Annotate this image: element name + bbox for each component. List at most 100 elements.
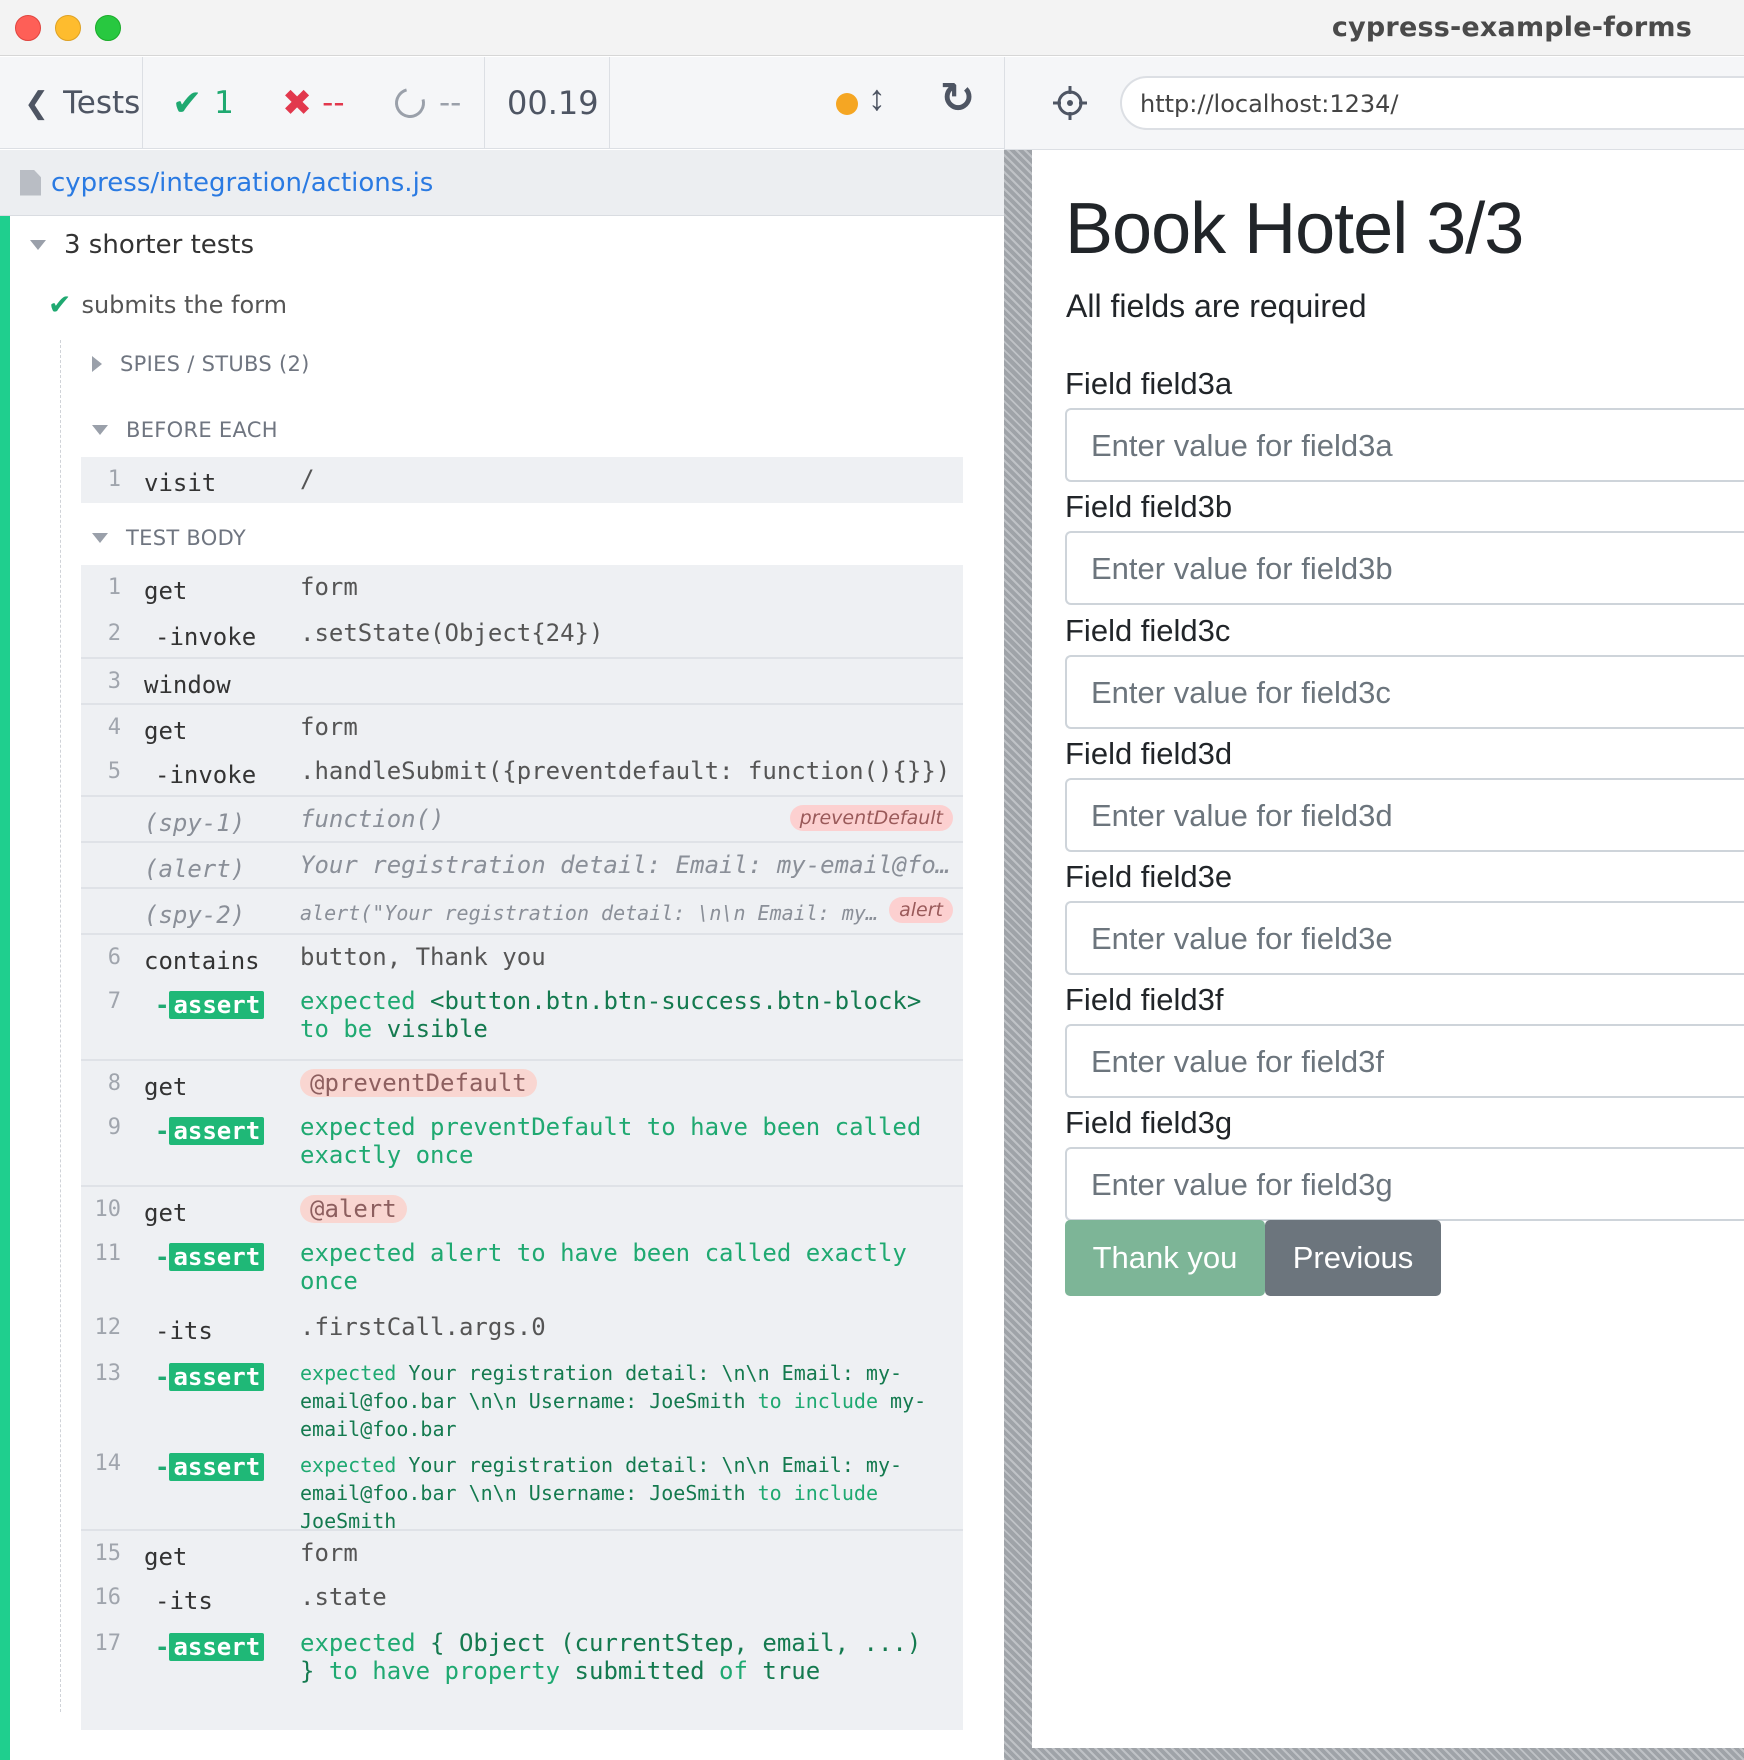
tests-button[interactable]: ❮ Tests: [24, 57, 140, 149]
page-subtitle: All fields are required: [1066, 288, 1367, 324]
command-row[interactable]: 5 -invoke .handleSubmit({preventdefault:…: [81, 749, 963, 795]
reporter-header: ❮ Tests ✔ 1 ✖ -- -- 00.19 ↕ ↻: [0, 57, 1013, 149]
field3d-input[interactable]: Enter value for field3d: [1065, 778, 1744, 852]
status-dot-icon: [836, 93, 858, 115]
field3a-input[interactable]: Enter value for field3a: [1065, 408, 1744, 482]
command-name: visit: [144, 469, 217, 497]
spy-alias-badge: alert: [889, 897, 953, 923]
command-name: get: [144, 1543, 188, 1571]
alias-badge: @preventDefault: [300, 1069, 537, 1097]
command-row[interactable]: 6 contains button, Thank you: [81, 933, 963, 979]
assert-row[interactable]: 9 - assert expected preventDefault to hav…: [81, 1105, 963, 1185]
assert-row[interactable]: 17 - assert expected { Object (currentSte…: [81, 1621, 963, 1701]
command-row[interactable]: 3 window: [81, 657, 963, 703]
field3b-input[interactable]: Enter value for field3b: [1065, 531, 1744, 605]
command-row[interactable]: 10 get @alert: [81, 1185, 963, 1231]
field3g-input[interactable]: Enter value for field3g: [1065, 1147, 1744, 1221]
command-message: .state: [300, 1583, 387, 1611]
resize-vertical-icon[interactable]: ↕: [868, 77, 886, 119]
command-name: -its: [155, 1587, 213, 1615]
hook-before-each[interactable]: BEFORE EACH: [92, 418, 278, 442]
command-number: 17: [94, 1631, 122, 1656]
command-name: -invoke: [155, 623, 257, 651]
minimize-window-button[interactable]: [55, 15, 81, 41]
event-row[interactable]: (alert) Your registration detail: Email:…: [81, 841, 963, 887]
alias-badge: @alert: [300, 1195, 407, 1223]
field-label: Field field3f: [1065, 982, 1224, 1017]
maximize-window-button[interactable]: [95, 15, 121, 41]
hook-test-body[interactable]: TEST BODY: [92, 526, 246, 550]
tests-label: Tests: [63, 85, 141, 121]
spy-row[interactable]: (spy-1) function() preventDefault: [81, 795, 963, 841]
event-message: Your registration detail: Email: my-emai…: [300, 851, 951, 879]
spy-name: (spy-2): [144, 901, 246, 929]
hook-title-text: BEFORE EACH: [126, 418, 278, 442]
command-message: .firstCall.args.0: [300, 1313, 546, 1341]
command-number: 10: [94, 1197, 122, 1222]
command-message: button, Thank you: [300, 943, 546, 971]
assert-message: expected Your registration detail: \n\n …: [300, 1361, 927, 1441]
field-label: Field field3d: [1065, 736, 1233, 771]
close-window-button[interactable]: [15, 15, 41, 41]
thank-you-button[interactable]: Thank you: [1065, 1220, 1265, 1296]
pending-spinner-icon: [389, 82, 431, 124]
test-body-commands: 1 get form 2 -invoke .setState(Object{24…: [81, 565, 963, 1730]
command-name: get: [144, 1199, 188, 1227]
command-number: 9: [107, 1115, 121, 1140]
expand-arrow-icon: [92, 356, 102, 372]
duration: 00.19: [507, 84, 599, 122]
command-row[interactable]: 1 get form: [81, 565, 963, 611]
assert-badge: assert: [169, 991, 265, 1019]
command-row[interactable]: 8 get @preventDefault: [81, 1059, 963, 1105]
file-icon: [20, 169, 41, 196]
field3c-input[interactable]: Enter value for field3c: [1065, 655, 1744, 729]
command-row[interactable]: 4 get form: [81, 703, 963, 749]
command-message: form: [300, 713, 358, 741]
panel-resize-gutter[interactable]: [1004, 150, 1032, 1760]
command-message: .handleSubmit({preventdefault: function(…: [300, 757, 951, 785]
check-icon: ✔: [172, 82, 203, 124]
assert-row[interactable]: 7 - assert expected <button.btn.btn-succe…: [81, 979, 963, 1059]
spy-alias-badge: preventDefault: [789, 805, 953, 831]
previous-button[interactable]: Previous: [1265, 1220, 1441, 1296]
command-name: get: [144, 717, 188, 745]
command-number: 8: [107, 1071, 121, 1096]
url-bar[interactable]: http://localhost:1234/: [1120, 76, 1744, 130]
command-name: -invoke: [155, 761, 257, 789]
suite-title-text: 3 shorter tests: [64, 230, 255, 260]
assert-message: expected alert to have been called exact…: [300, 1239, 907, 1295]
spy-message: alert("Your registration detail: \n\n Em…: [300, 901, 878, 925]
suite-title[interactable]: 3 shorter tests: [30, 230, 254, 260]
command-name: window: [144, 671, 231, 699]
assert-row[interactable]: 13 - assert expected Your registration de…: [81, 1351, 963, 1441]
assert-row[interactable]: 11 - assert expected alert to have been c…: [81, 1231, 963, 1311]
test-title[interactable]: ✔ submits the form: [48, 288, 287, 321]
field3e-input[interactable]: Enter value for field3e: [1065, 901, 1744, 975]
selector-playground-crosshair-icon[interactable]: [1051, 84, 1089, 122]
command-number: 2: [107, 621, 121, 646]
hook-spies[interactable]: SPIES / STUBS (2): [92, 352, 310, 376]
collapse-arrow-icon: [92, 425, 108, 435]
collapse-arrow-icon: [92, 533, 108, 543]
command-row[interactable]: 16 -its .state: [81, 1575, 963, 1621]
command-row[interactable]: 2 -invoke .setState(Object{24}): [81, 611, 963, 657]
field-label: Field field3e: [1065, 859, 1233, 894]
header-divider: [609, 57, 610, 149]
assert-row[interactable]: 14 - assert expected Your registration de…: [81, 1433, 963, 1533]
command-row[interactable]: 1 visit /: [81, 457, 963, 503]
collapse-arrow-icon: [30, 240, 46, 250]
assert-message: expected <button.btn.btn-success.btn-blo…: [300, 987, 922, 1043]
command-row[interactable]: 15 get form: [81, 1529, 963, 1575]
field3f-input[interactable]: Enter value for field3f: [1065, 1024, 1744, 1098]
reload-icon[interactable]: ↻: [940, 73, 975, 122]
spec-path-link[interactable]: cypress/integration/actions.js: [51, 168, 433, 198]
test-title-text: submits the form: [81, 290, 287, 319]
command-message: form: [300, 573, 358, 601]
field-label: Field field3a: [1065, 366, 1233, 401]
header-divider: [142, 57, 143, 149]
command-number: 1: [107, 575, 121, 600]
command-row[interactable]: 12 -its .firstCall.args.0: [81, 1311, 963, 1351]
spy-row[interactable]: (spy-2) alert("Your registration detail:…: [81, 887, 963, 933]
app-under-test: Book Hotel 3/3 All fields are required F…: [1032, 150, 1744, 1748]
command-name: get: [144, 1073, 188, 1101]
